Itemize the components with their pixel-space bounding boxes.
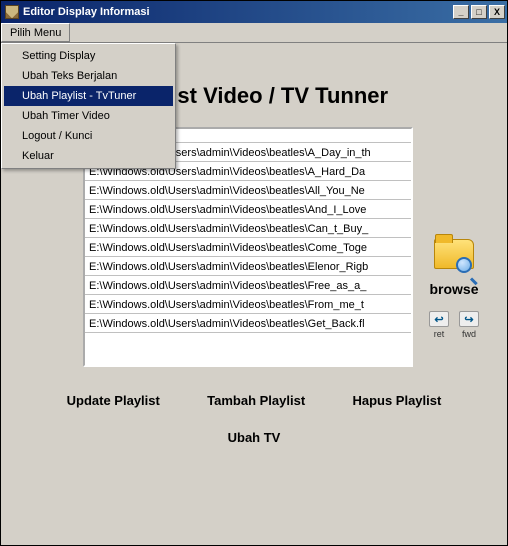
fwd-label: fwd <box>457 329 481 339</box>
menu-dropdown: Setting DisplayUbah Teks BerjalanUbah Pl… <box>1 43 176 169</box>
playlist-buttons-row: Update Playlist Tambah Playlist Hapus Pl… <box>13 393 495 408</box>
app-window: Editor Display Informasi _ □ X Pilih Men… <box>0 0 508 546</box>
magnifier-icon <box>456 257 478 279</box>
ret-label: ret <box>427 329 451 339</box>
minimize-button[interactable]: _ <box>453 5 469 19</box>
menu-item-0[interactable]: Setting Display <box>4 46 173 66</box>
playlist-row[interactable]: E:\Windows.old\Users\admin\Videos\beatle… <box>85 238 411 257</box>
maximize-button[interactable]: □ <box>471 5 487 19</box>
fwd-button[interactable]: ↪ fwd <box>457 311 481 339</box>
ubah-tv-row: Ubah TV <box>13 430 495 445</box>
playlist-row[interactable]: E:\Windows.old\Users\admin\Videos\beatle… <box>85 295 411 314</box>
ret-icon: ↩ <box>429 311 449 327</box>
window-title: Editor Display Informasi <box>23 6 453 18</box>
nav-buttons: ↩ ret ↪ fwd <box>427 311 481 339</box>
menu-item-1[interactable]: Ubah Teks Berjalan <box>4 66 173 86</box>
menu-bar: Pilih Menu Setting DisplayUbah Teks Berj… <box>1 23 507 43</box>
menu-pilih-menu-label: Pilih Menu <box>10 27 61 39</box>
title-bar: Editor Display Informasi _ □ X <box>1 1 507 23</box>
playlist-row[interactable]: E:\Windows.old\Users\admin\Videos\beatle… <box>85 219 411 238</box>
ret-button[interactable]: ↩ ret <box>427 311 451 339</box>
playlist-row[interactable]: E:\Windows.old\Users\admin\Videos\beatle… <box>85 257 411 276</box>
menu-item-4[interactable]: Logout / Kunci <box>4 126 173 146</box>
playlist-row[interactable]: E:\Windows.old\Users\admin\Videos\beatle… <box>85 276 411 295</box>
browse-label: browse <box>429 281 478 297</box>
tambah-playlist-button[interactable]: Tambah Playlist <box>207 393 305 408</box>
app-icon <box>5 5 19 19</box>
hapus-playlist-button[interactable]: Hapus Playlist <box>352 393 441 408</box>
playlist-row[interactable]: E:\Windows.old\Users\admin\Videos\beatle… <box>85 181 411 200</box>
menu-item-3[interactable]: Ubah Timer Video <box>4 106 173 126</box>
fwd-icon: ↪ <box>459 311 479 327</box>
menu-pilih-menu[interactable]: Pilih Menu Setting DisplayUbah Teks Berj… <box>1 23 70 42</box>
browse-icon[interactable] <box>432 237 476 275</box>
window-controls: _ □ X <box>453 5 505 19</box>
playlist-row[interactable]: E:\Windows.old\Users\admin\Videos\beatle… <box>85 200 411 219</box>
side-column: browse ↩ ret ↪ fwd <box>427 237 481 339</box>
playlist-row[interactable]: E:\Windows.old\Users\admin\Videos\beatle… <box>85 314 411 333</box>
close-button[interactable]: X <box>489 5 505 19</box>
ubah-tv-button[interactable]: Ubah TV <box>13 430 495 445</box>
update-playlist-button[interactable]: Update Playlist <box>67 393 160 408</box>
menu-item-2[interactable]: Ubah Playlist - TvTuner <box>4 86 173 106</box>
menu-item-5[interactable]: Keluar <box>4 146 173 166</box>
